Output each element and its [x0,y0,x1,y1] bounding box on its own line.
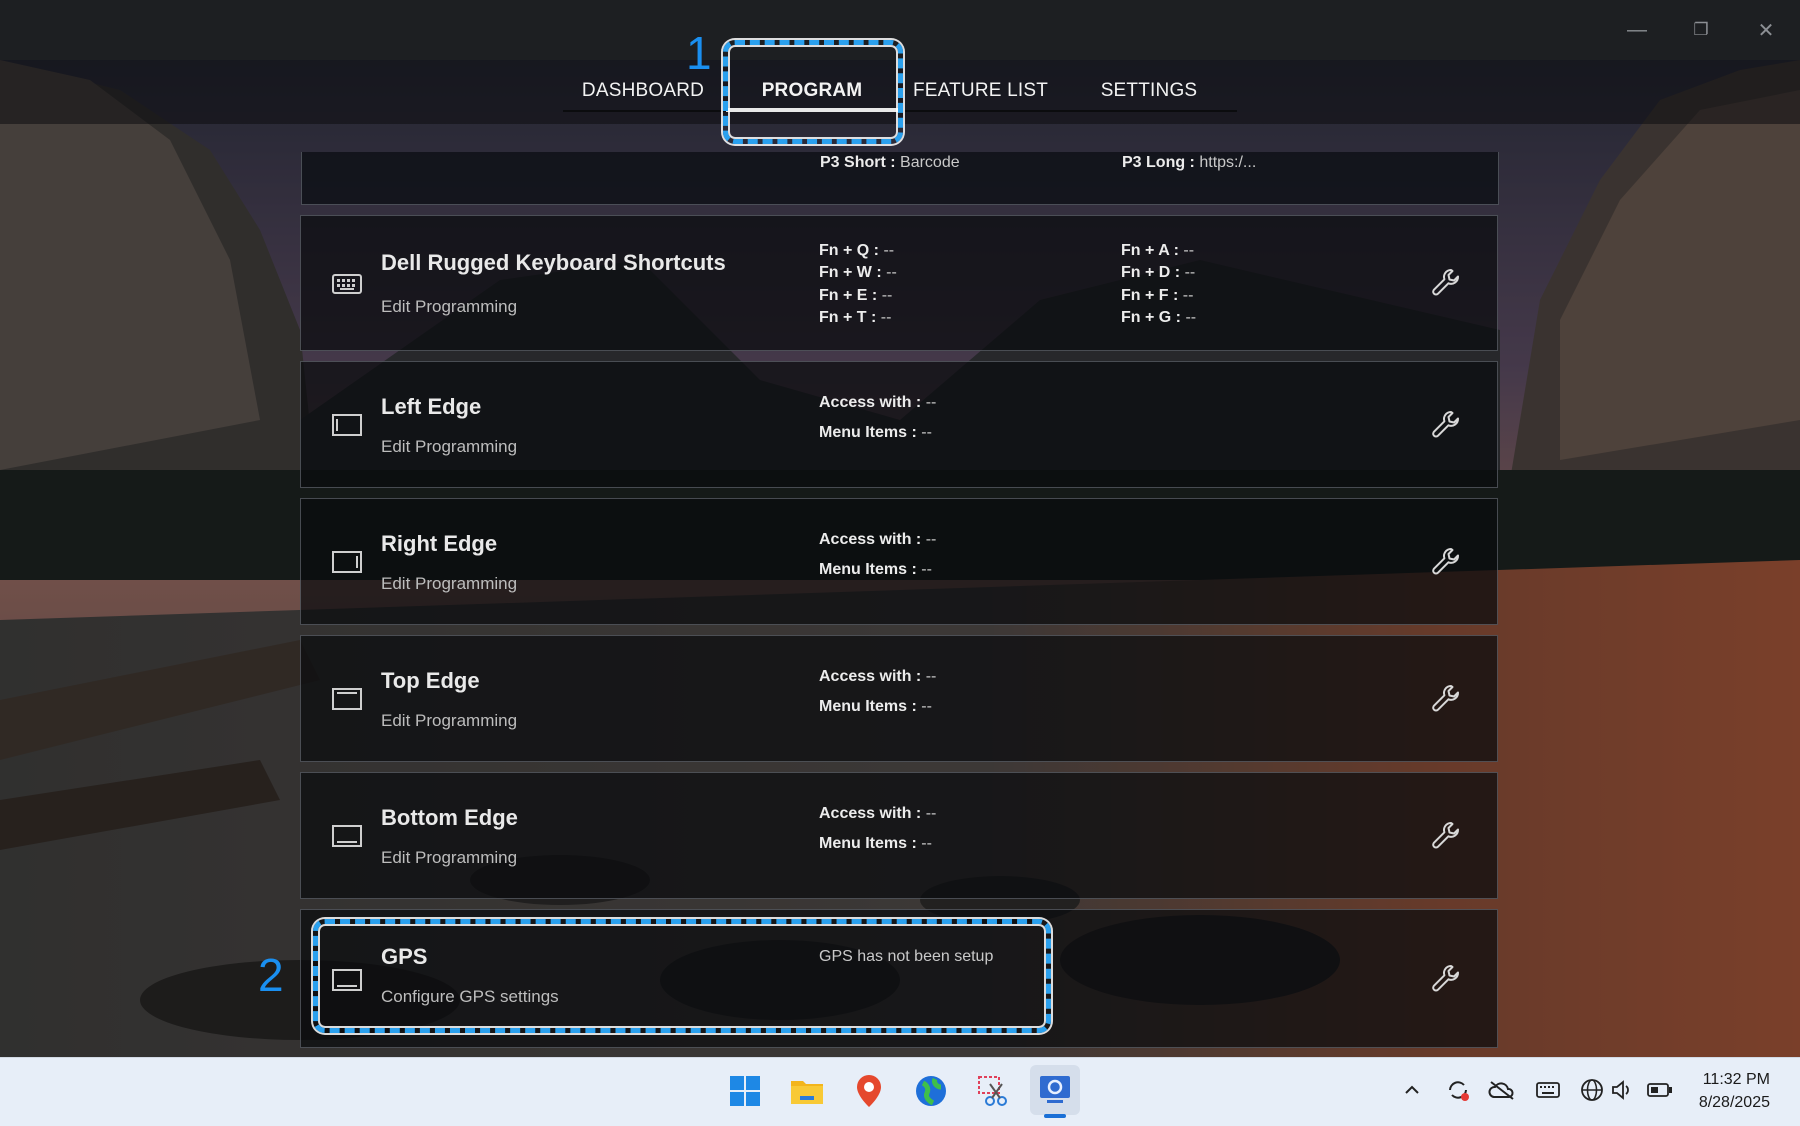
card-title: Bottom Edge [381,805,518,830]
file-explorer-icon[interactable] [784,1068,830,1114]
settings-app-icon[interactable] [1030,1065,1080,1115]
access-value: -- [925,394,937,411]
access-value: -- [925,668,937,685]
shortcut-value: -- [1185,309,1197,326]
menu-value: -- [921,835,932,852]
wrench-icon[interactable] [1429,962,1463,996]
card-title: Right Edge [381,531,498,556]
annotation-step-2: 2 [258,949,284,1001]
system-clock[interactable]: 11:32 PM 8/28/2025 [1699,1068,1770,1114]
card-bottom-edge[interactable]: Bottom Edge Edit Programming Access with… [300,772,1498,899]
card-subtitle: Edit Programming [381,437,518,456]
p3-long-value: https:/... [1199,154,1257,171]
snipping-tool-icon[interactable] [970,1068,1016,1114]
menu-label: Menu Items : [819,561,917,578]
battery-icon[interactable] [1646,1076,1674,1104]
shortcut-label: Fn + D : [1121,264,1181,281]
card-keyboard-shortcuts[interactable]: Dell Rugged Keyboard Shortcuts Edit Prog… [300,215,1498,351]
card-title: Top Edge [381,668,480,693]
shortcut-label: Fn + E : [819,287,878,304]
wrench-icon[interactable] [1429,545,1463,579]
card-subtitle: Edit Programming [381,711,518,730]
card-top-edge[interactable]: Top Edge Edit Programming Access with : … [300,635,1498,762]
tab-settings[interactable]: SETTINGS [1090,78,1208,104]
chevron-up-icon[interactable] [1398,1076,1426,1104]
menu-value: -- [921,424,932,441]
keyboard-icon [332,274,362,294]
right-edge-icon [332,551,362,573]
taskbar [0,1057,1800,1126]
restore-button[interactable]: ❐ [1681,10,1721,50]
annotation-box-gps [313,919,1051,1033]
wrench-icon[interactable] [1429,408,1463,442]
menu-label: Menu Items : [819,424,917,441]
sync-icon[interactable] [1444,1076,1472,1104]
shortcut-value: -- [881,287,893,304]
bottom-edge-icon [332,825,362,847]
left-edge-icon [332,414,362,436]
annotation-step-1: 1 [686,27,712,79]
access-label: Access with : [819,805,922,822]
card-left-edge[interactable]: Left Edge Edit Programming Access with :… [300,361,1498,488]
card-title: Dell Rugged Keyboard Shortcuts [381,250,726,275]
access-value: -- [925,805,937,822]
menu-label: Menu Items : [819,698,917,715]
p3-short-label: P3 Short : [820,154,896,171]
access-label: Access with : [819,394,922,411]
globe-browser-icon[interactable] [908,1068,954,1114]
shortcut-label: Fn + T : [819,309,877,326]
card-subtitle: Edit Programming [381,297,518,316]
p3-long-label: P3 Long : [1122,154,1195,171]
menu-value: -- [921,561,932,578]
menu-value: -- [921,698,932,715]
shortcut-label: Fn + Q : [819,242,879,259]
card-title: Left Edge [381,394,482,419]
clock-time: 11:32 PM [1702,1071,1770,1088]
clock-date: 8/28/2025 [1698,1094,1770,1111]
shortcut-value: -- [1182,287,1194,304]
shortcut-value: -- [1183,242,1195,259]
shortcut-value: -- [880,309,892,326]
menu-label: Menu Items : [819,835,917,852]
wrench-icon[interactable] [1429,682,1463,716]
network-globe-icon[interactable] [1578,1076,1606,1104]
partial-card: P3 Short : Barcode P3 Long : https:/... [301,152,1499,205]
close-button[interactable]: ✕ [1746,10,1786,50]
access-label: Access with : [819,668,922,685]
maps-pin-icon[interactable] [846,1068,892,1114]
shortcut-label: Fn + A : [1121,242,1179,259]
access-label: Access with : [819,531,922,548]
card-subtitle: Edit Programming [381,848,518,867]
shortcut-value: -- [883,242,895,259]
volume-icon[interactable] [1608,1076,1636,1104]
tab-dashboard[interactable]: DASHBOARD [575,78,711,104]
active-app-indicator [1044,1114,1066,1118]
access-value: -- [925,531,937,548]
shortcut-label: Fn + F : [1121,287,1179,304]
keyboard-icon[interactable] [1534,1076,1562,1104]
p3-short-value: Barcode [900,154,960,171]
annotation-box-program-tab [723,40,903,144]
card-right-edge[interactable]: Right Edge Edit Programming Access with … [300,498,1498,625]
wrench-icon[interactable] [1429,819,1463,853]
windows-start-icon[interactable] [722,1068,768,1114]
top-edge-icon [332,688,362,710]
onedrive-cloud-icon[interactable] [1488,1076,1516,1104]
shortcut-label: Fn + G : [1121,309,1181,326]
shortcut-label: Fn + W : [819,264,882,281]
tab-feature-list[interactable]: FEATURE LIST [907,78,1054,104]
shortcut-value: -- [1184,264,1196,281]
wrench-icon[interactable] [1429,266,1463,300]
minimize-button[interactable]: — [1617,10,1657,50]
card-subtitle: Edit Programming [381,574,518,593]
shortcut-value: -- [886,264,897,281]
